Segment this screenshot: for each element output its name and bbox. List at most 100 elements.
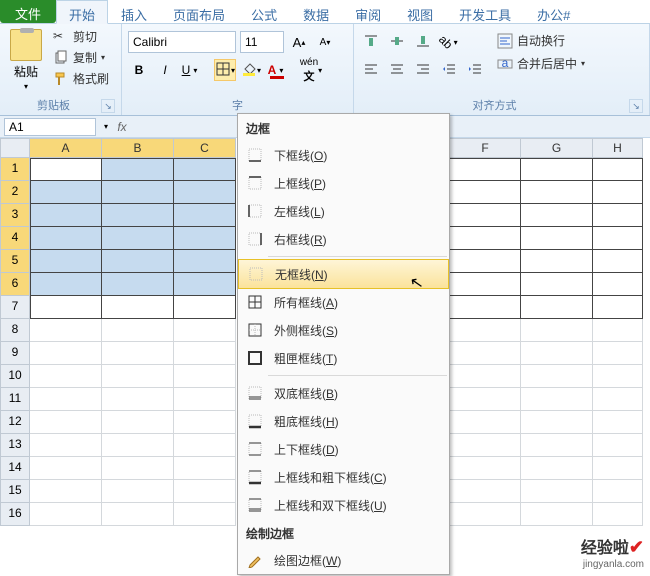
cell[interactable] xyxy=(102,319,174,342)
cell[interactable] xyxy=(593,158,643,181)
row-header[interactable]: 3 xyxy=(0,204,30,227)
clipboard-launcher[interactable]: ↘ xyxy=(101,99,115,113)
cell[interactable] xyxy=(102,365,174,388)
cell[interactable] xyxy=(174,273,236,296)
wrap-text-button[interactable]: 自动换行 xyxy=(494,31,588,50)
cell[interactable] xyxy=(449,227,521,250)
align-center-button[interactable] xyxy=(386,59,408,81)
cell[interactable] xyxy=(30,457,102,480)
cell[interactable] xyxy=(521,365,593,388)
cell[interactable] xyxy=(102,296,174,319)
cell[interactable] xyxy=(593,457,643,480)
border-menu-item-border-top-doublebottom[interactable]: 上框线和双下框线(U) xyxy=(238,491,449,519)
row-header[interactable]: 13 xyxy=(0,434,30,457)
row-header[interactable]: 5 xyxy=(0,250,30,273)
cell[interactable] xyxy=(449,388,521,411)
cell[interactable] xyxy=(521,204,593,227)
cell[interactable] xyxy=(521,181,593,204)
cell[interactable] xyxy=(174,204,236,227)
cell[interactable] xyxy=(593,319,643,342)
cell[interactable] xyxy=(30,250,102,273)
cell[interactable] xyxy=(521,480,593,503)
cell[interactable] xyxy=(30,227,102,250)
cell[interactable] xyxy=(30,319,102,342)
cell[interactable] xyxy=(521,273,593,296)
tab-view[interactable]: 视图 xyxy=(394,0,446,23)
cell[interactable] xyxy=(102,342,174,365)
row-header[interactable]: 7 xyxy=(0,296,30,319)
name-box[interactable] xyxy=(4,118,96,136)
border-menu-item-border-bottom-double[interactable]: 双底框线(B) xyxy=(238,379,449,407)
cell[interactable] xyxy=(30,503,102,526)
increase-indent-button[interactable] xyxy=(464,59,486,81)
align-top-button[interactable] xyxy=(360,31,382,53)
cut-button[interactable]: ✂ 剪切 xyxy=(50,27,112,46)
cell[interactable] xyxy=(102,250,174,273)
decrease-font-button[interactable]: A▾ xyxy=(314,31,336,53)
cell[interactable] xyxy=(521,503,593,526)
tab-wps[interactable]: 办公# xyxy=(524,0,583,23)
align-bottom-button[interactable] xyxy=(412,31,434,53)
cell[interactable] xyxy=(521,434,593,457)
cell[interactable] xyxy=(174,250,236,273)
cell[interactable] xyxy=(174,503,236,526)
row-header[interactable]: 14 xyxy=(0,457,30,480)
cell[interactable] xyxy=(449,457,521,480)
cell[interactable] xyxy=(102,480,174,503)
align-left-button[interactable] xyxy=(360,59,382,81)
phonetic-button[interactable]: wén文▾ xyxy=(300,59,322,81)
border-menu-item-border-bottom[interactable]: 下框线(O) xyxy=(238,141,449,169)
cell[interactable] xyxy=(449,273,521,296)
border-menu-item-border-top[interactable]: 上框线(P) xyxy=(238,169,449,197)
cell[interactable] xyxy=(30,388,102,411)
row-header[interactable]: 1 xyxy=(0,158,30,181)
cell[interactable] xyxy=(521,388,593,411)
cell[interactable] xyxy=(593,388,643,411)
cell[interactable] xyxy=(593,480,643,503)
cell[interactable] xyxy=(593,434,643,457)
font-name-select[interactable] xyxy=(128,31,236,53)
border-menu-item-border-thick[interactable]: 粗匣框线(T) xyxy=(238,344,449,372)
cell[interactable] xyxy=(174,181,236,204)
copy-button[interactable]: 复制 ▾ xyxy=(50,48,112,67)
row-header[interactable]: 16 xyxy=(0,503,30,526)
cell[interactable] xyxy=(102,388,174,411)
cell[interactable] xyxy=(102,158,174,181)
border-menu-item-border-outside[interactable]: 外侧框线(S) xyxy=(238,316,449,344)
cell[interactable] xyxy=(449,319,521,342)
cell[interactable] xyxy=(593,411,643,434)
border-menu-item-border-top-bottom[interactable]: 上下框线(D) xyxy=(238,435,449,463)
cell[interactable] xyxy=(174,434,236,457)
increase-font-button[interactable]: A▴ xyxy=(288,31,310,53)
cell[interactable] xyxy=(449,250,521,273)
tab-home[interactable]: 开始 xyxy=(56,0,108,24)
tab-formula[interactable]: 公式 xyxy=(238,0,290,23)
cell[interactable] xyxy=(593,181,643,204)
cell[interactable] xyxy=(521,158,593,181)
cell[interactable] xyxy=(521,342,593,365)
font-color-button[interactable]: A ▾ xyxy=(266,59,288,81)
align-launcher[interactable]: ↘ xyxy=(629,99,643,113)
italic-button[interactable]: I xyxy=(154,59,176,81)
underline-button[interactable]: U▾ xyxy=(180,59,202,81)
cell[interactable] xyxy=(521,227,593,250)
tab-review[interactable]: 审阅 xyxy=(342,0,394,23)
row-header[interactable]: 11 xyxy=(0,388,30,411)
cell[interactable] xyxy=(174,319,236,342)
cell[interactable] xyxy=(449,480,521,503)
cell[interactable] xyxy=(449,365,521,388)
cell[interactable] xyxy=(449,181,521,204)
col-header[interactable]: B xyxy=(102,138,174,158)
cell[interactable] xyxy=(30,342,102,365)
cell[interactable] xyxy=(449,411,521,434)
cell[interactable] xyxy=(521,411,593,434)
select-all-corner[interactable] xyxy=(0,138,30,158)
cell[interactable] xyxy=(30,434,102,457)
borders-button[interactable]: ▾ xyxy=(214,59,236,81)
align-middle-button[interactable] xyxy=(386,31,408,53)
row-header[interactable]: 2 xyxy=(0,181,30,204)
cell[interactable] xyxy=(30,158,102,181)
cell[interactable] xyxy=(102,181,174,204)
cell[interactable] xyxy=(30,181,102,204)
cell[interactable] xyxy=(521,250,593,273)
